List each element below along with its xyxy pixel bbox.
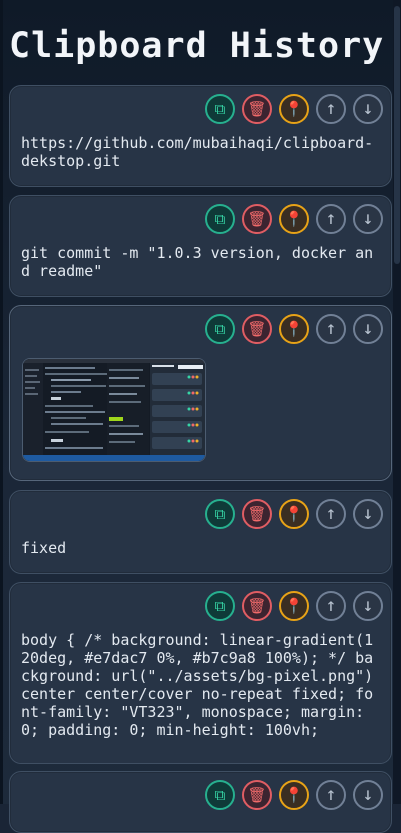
pin-icon: 📍 (284, 596, 304, 615)
item-actions: ⧉ 🗑 📍 ↑ ↓ (205, 499, 383, 529)
copy-button[interactable]: ⧉ (205, 499, 235, 529)
clip-item[interactable]: ⧉ 🗑 📍 ↑ ↓ https://github.com/mubaihaqi/c… (9, 85, 392, 187)
clip-item[interactable]: ⧉ 🗑 📍 ↑ ↓ fixed (9, 490, 392, 574)
move-down-button[interactable]: ↓ (353, 499, 383, 529)
clipboard-app: Clipboard History ⧉ 🗑 📍 ↑ ↓ https://gith… (0, 0, 401, 833)
copy-icon: ⧉ (214, 319, 226, 338)
clip-text: https://github.com/mubaihaqi/clipboard-d… (21, 134, 374, 170)
arrow-down-icon: ↓ (362, 208, 374, 229)
scrollbar[interactable] (393, 0, 401, 804)
arrow-down-icon: ↓ (362, 98, 374, 119)
trash-icon: 🗑 (247, 319, 267, 338)
scrollbar-thumb[interactable] (394, 6, 400, 264)
move-up-button[interactable]: ↑ (316, 94, 346, 124)
move-up-button[interactable]: ↑ (316, 780, 346, 810)
delete-button[interactable]: 🗑 (242, 314, 272, 344)
delete-button[interactable]: 🗑 (242, 780, 272, 810)
move-down-button[interactable]: ↓ (353, 780, 383, 810)
copy-icon: ⧉ (214, 209, 226, 228)
trash-icon: 🗑 (247, 99, 267, 118)
text-fade (10, 753, 391, 763)
copy-button[interactable]: ⧉ (205, 591, 235, 621)
arrow-up-icon: ↑ (325, 784, 337, 805)
move-down-button[interactable]: ↓ (353, 591, 383, 621)
move-down-button[interactable]: ↓ (353, 94, 383, 124)
trash-icon: 🗑 (247, 504, 267, 523)
arrow-down-icon: ↓ (362, 503, 374, 524)
clip-item[interactable]: ⧉ 🗑 📍 ↑ ↓ (9, 771, 392, 833)
pin-icon: 📍 (284, 785, 304, 804)
copy-button[interactable]: ⧉ (205, 780, 235, 810)
arrow-up-icon: ↑ (325, 98, 337, 119)
copy-icon: ⧉ (214, 99, 226, 118)
move-down-button[interactable]: ↓ (353, 204, 383, 234)
clip-item-image[interactable]: ⧉ 🗑 📍 ↑ ↓ (9, 305, 392, 481)
pin-button[interactable]: 📍 (279, 780, 309, 810)
arrow-up-icon: ↑ (325, 503, 337, 524)
delete-button[interactable]: 🗑 (242, 499, 272, 529)
arrow-down-icon: ↓ (362, 318, 374, 339)
item-actions: ⧉ 🗑 📍 ↑ ↓ (205, 780, 383, 810)
pin-button[interactable]: 📍 (279, 204, 309, 234)
item-actions: ⧉ 🗑 📍 ↑ ↓ (205, 94, 383, 124)
move-up-button[interactable]: ↑ (316, 499, 346, 529)
copy-button[interactable]: ⧉ (205, 204, 235, 234)
trash-icon: 🗑 (247, 596, 267, 615)
pin-button[interactable]: 📍 (279, 591, 309, 621)
move-up-button[interactable]: ↑ (316, 591, 346, 621)
trash-icon: 🗑 (247, 209, 267, 228)
move-down-button[interactable]: ↓ (353, 314, 383, 344)
copy-icon: ⧉ (214, 785, 226, 804)
item-actions: ⧉ 🗑 📍 ↑ ↓ (205, 591, 383, 621)
arrow-down-icon: ↓ (362, 784, 374, 805)
screenshot-image (23, 359, 205, 461)
left-edge (0, 0, 3, 804)
page-title: Clipboard History (9, 26, 385, 66)
pin-button[interactable]: 📍 (279, 314, 309, 344)
arrow-down-icon: ↓ (362, 595, 374, 616)
delete-button[interactable]: 🗑 (242, 94, 272, 124)
item-actions: ⧉ 🗑 📍 ↑ ↓ (205, 204, 383, 234)
arrow-up-icon: ↑ (325, 208, 337, 229)
copy-icon: ⧉ (214, 504, 226, 523)
copy-button[interactable]: ⧉ (205, 94, 235, 124)
copy-button[interactable]: ⧉ (205, 314, 235, 344)
clip-text: fixed (21, 539, 67, 557)
trash-icon: 🗑 (247, 785, 267, 804)
arrow-up-icon: ↑ (325, 318, 337, 339)
item-actions: ⧉ 🗑 📍 ↑ ↓ (205, 314, 383, 344)
clip-item[interactable]: ⧉ 🗑 📍 ↑ ↓ git commit -m "1.0.3 version, … (9, 195, 392, 297)
move-up-button[interactable]: ↑ (316, 314, 346, 344)
copy-icon: ⧉ (214, 596, 226, 615)
pin-icon: 📍 (284, 99, 304, 118)
pin-icon: 📍 (284, 319, 304, 338)
clip-item[interactable]: ⧉ 🗑 📍 ↑ ↓ body { /* background: linear-g… (9, 582, 392, 764)
pin-icon: 📍 (284, 504, 304, 523)
pin-icon: 📍 (284, 209, 304, 228)
clip-text: git commit -m "1.0.3 version, docker and… (21, 244, 374, 280)
pin-button[interactable]: 📍 (279, 94, 309, 124)
pin-button[interactable]: 📍 (279, 499, 309, 529)
delete-button[interactable]: 🗑 (242, 204, 272, 234)
delete-button[interactable]: 🗑 (242, 591, 272, 621)
screenshot-thumbnail[interactable] (22, 358, 206, 462)
move-up-button[interactable]: ↑ (316, 204, 346, 234)
clip-text: body { /* background: linear-gradient(12… (21, 631, 383, 739)
arrow-up-icon: ↑ (325, 595, 337, 616)
